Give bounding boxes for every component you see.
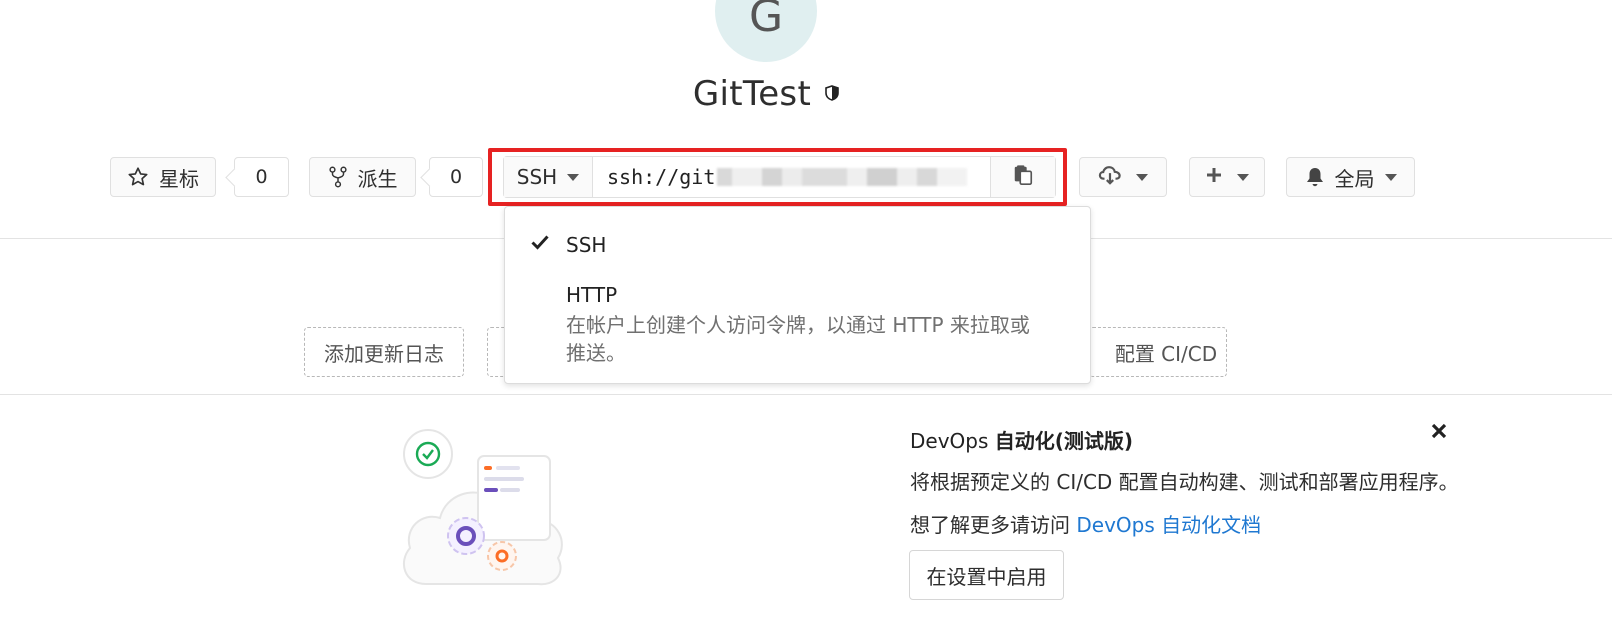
dropdown-item-ssh[interactable]: SSH	[505, 207, 1090, 277]
fork-label: 派生	[357, 166, 398, 191]
enable-in-settings-label: 在设置中启用	[926, 564, 1047, 589]
chevron-down-icon	[1237, 173, 1249, 181]
devops-illustration	[396, 424, 576, 594]
devops-docs-link[interactable]: DevOps 自动化文档	[1076, 513, 1261, 537]
devops-more-prefix: 想了解更多请访问	[910, 513, 1070, 537]
setup-ci-label: 配置 CI/CD	[1114, 341, 1218, 366]
star-count-value: 0	[255, 166, 268, 188]
dropdown-item-http-description: 在帐户上创建个人访问令牌，以通过 HTTP 来拉取或推送。	[566, 313, 1030, 365]
star-count[interactable]: 0	[234, 157, 289, 197]
cloud-download-icon	[1098, 164, 1122, 191]
project-name: GitTest	[692, 74, 812, 114]
clone-protocol-label: SSH	[516, 165, 558, 189]
dropdown-item-http[interactable]: HTTP 在帐户上创建个人访问令牌，以通过 HTTP 来拉取或推送。	[505, 277, 1090, 385]
clipboard-icon	[1012, 164, 1034, 190]
clone-url-input[interactable]: ssh://git	[593, 157, 990, 197]
check-icon	[531, 231, 549, 255]
bell-icon	[1305, 166, 1325, 188]
add-new-button[interactable]	[1189, 157, 1265, 197]
setup-ci-button[interactable]: 配置 CI/CD	[1089, 327, 1227, 377]
chevron-down-icon	[567, 173, 580, 181]
avatar-letter: G	[748, 0, 784, 42]
divider-bottom	[0, 394, 1612, 395]
notification-button[interactable]: 全局	[1286, 157, 1415, 197]
shield-icon	[819, 85, 839, 106]
fork-count-value: 0	[449, 166, 463, 188]
devops-more-info: 想了解更多请访问 DevOps 自动化文档	[910, 509, 1261, 538]
download-button[interactable]	[1079, 157, 1167, 197]
clone-protocol-dropdown[interactable]: SSH	[504, 157, 593, 197]
fork-button[interactable]: 派生	[309, 157, 416, 197]
dropdown-item-http-label: HTTP	[566, 283, 618, 307]
devops-description: 将根据预定义的 CI/CD 配置自动构建、测试和部署应用程序。	[910, 470, 1459, 494]
clone-url-text: ssh://git	[607, 165, 716, 189]
chevron-down-icon	[1384, 173, 1397, 181]
protocol-dropdown-menu: SSH HTTP 在帐户上创建个人访问令牌，以通过 HTTP 来拉取或推送。	[504, 206, 1091, 384]
enable-in-settings-button[interactable]: 在设置中启用	[909, 550, 1064, 600]
fork-icon	[328, 166, 348, 188]
star-label: 星标	[159, 166, 199, 191]
star-icon	[127, 166, 149, 188]
project-avatar: G	[715, 0, 817, 62]
redacted-url-blur	[717, 168, 968, 186]
add-changelog-label: 添加更新日志	[324, 341, 444, 366]
notification-label: 全局	[1334, 166, 1375, 191]
chevron-down-icon	[1136, 173, 1148, 181]
plus-icon	[1205, 165, 1223, 189]
fork-count[interactable]: 0	[429, 157, 483, 197]
add-changelog-button[interactable]: 添加更新日志	[304, 327, 464, 377]
devops-title: DevOps 自动化(测试版)	[910, 425, 1133, 454]
dropdown-item-ssh-label: SSH	[566, 233, 607, 257]
clone-url-group: SSH ssh://git	[503, 156, 1056, 198]
devops-title-prefix: DevOps	[910, 429, 989, 453]
copy-url-button[interactable]	[990, 157, 1055, 197]
star-button[interactable]: 星标	[110, 157, 216, 197]
close-icon[interactable]	[1430, 418, 1448, 446]
project-title: GitTest	[0, 74, 1532, 114]
devops-title-bold: 自动化(测试版)	[994, 429, 1134, 453]
